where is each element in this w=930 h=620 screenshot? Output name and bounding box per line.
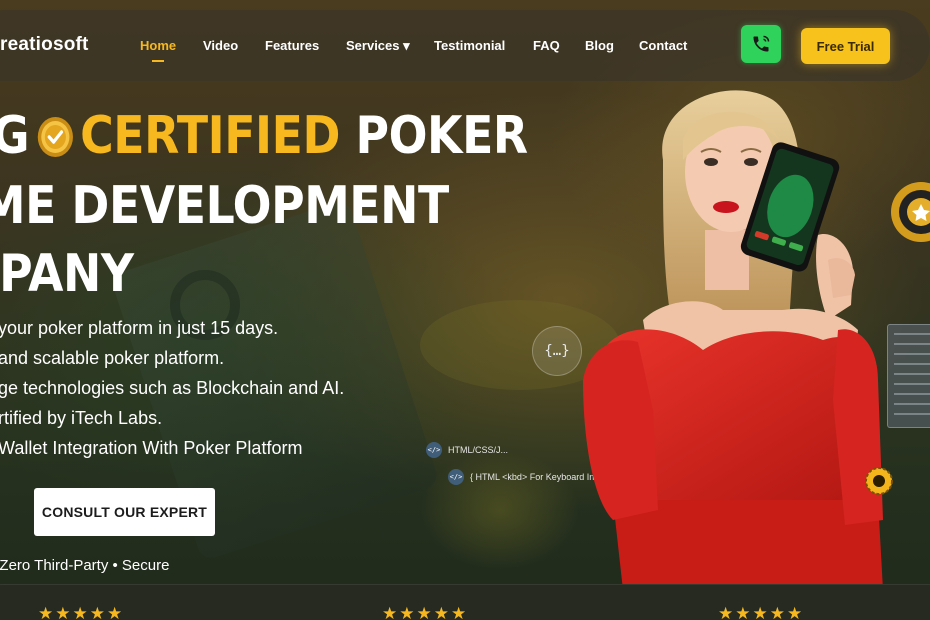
code-snippet-text: HTML/CSS/J... [448, 445, 509, 455]
phone-icon [753, 35, 770, 52]
hero-bullet-2: and scalable poker platform. [0, 348, 225, 368]
hero-heading-line-1: G CERTIFIED POKER [0, 106, 528, 166]
code-bubble-icon: {…} [532, 326, 582, 376]
nav-services-dropdown[interactable]: Services ▾ [346, 38, 410, 54]
heading-fragment: G [0, 106, 30, 166]
code-snippet-row-1: </> HTML/CSS/J... [426, 442, 508, 458]
rating-stars: ★★★★★ [38, 604, 125, 620]
free-trial-button[interactable]: Free Trial [801, 28, 890, 64]
nav-home[interactable]: Home [140, 38, 176, 53]
heading-poker: POKER [355, 106, 528, 166]
nav-testimonial[interactable]: Testimonial [434, 38, 505, 53]
side-code-panel [887, 324, 930, 428]
nav-video[interactable]: Video [203, 38, 238, 53]
code-snippet-text: { HTML <kbd> For Keyboard In [470, 472, 595, 482]
certified-badge-icon [37, 117, 74, 157]
hero-bullet-4: rtified by iTech Labs. [0, 408, 163, 428]
nav-features[interactable]: Features [265, 38, 319, 53]
rating-stars: ★★★★★ [718, 604, 805, 620]
nav-contact[interactable]: Contact [639, 38, 687, 53]
nav-active-underline [152, 60, 164, 62]
consult-expert-button[interactable]: CONSULT OUR EXPERT [34, 488, 215, 536]
gear-chip-icon [865, 467, 893, 495]
nav-faq[interactable]: FAQ [533, 38, 560, 53]
heading-certified: CERTIFIED [80, 106, 340, 166]
code-snippet-row-2: </> { HTML <kbd> For Keyboard In [448, 469, 594, 485]
background-light-spot [420, 450, 580, 570]
hero-heading-line-2: ME DEVELOPMENT [0, 176, 449, 236]
hero-woman-image [583, 90, 883, 590]
hero-bullet-3: ge technologies such as Blockchain and A… [0, 378, 345, 398]
trust-features-line: • Zero Third-Party • Secure [0, 557, 170, 574]
call-button[interactable] [741, 25, 781, 63]
code-icon: </> [426, 442, 442, 458]
hero-bullet-5: Wallet Integration With Poker Platform [0, 438, 303, 458]
code-icon: </> [448, 469, 464, 485]
brand-logo[interactable]: reatiosoft [0, 34, 89, 56]
hero-heading-line-3: MPANY [0, 244, 134, 304]
rating-stars: ★★★★★ [382, 604, 469, 620]
nav-blog[interactable]: Blog [585, 38, 614, 53]
poker-chip-icon [891, 182, 930, 242]
hero-bullet-1: your poker platform in just 15 days. [0, 318, 279, 338]
